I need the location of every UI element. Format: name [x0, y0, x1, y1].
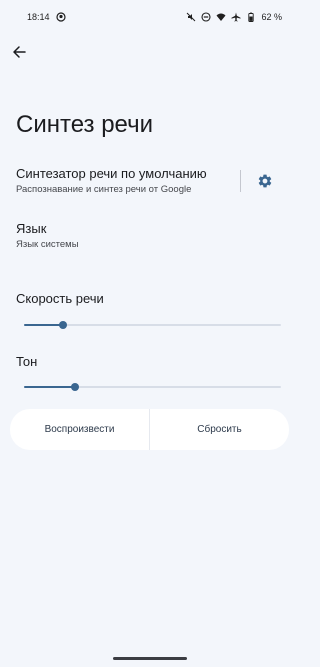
airplane-icon: [231, 12, 241, 22]
default-engine-item[interactable]: Синтезатор речи по умолчанию Распознаван…: [16, 166, 232, 196]
home-indicator[interactable]: [113, 657, 187, 660]
speech-rate-label: Скорость речи: [16, 291, 104, 306]
language-subtitle: Язык системы: [16, 239, 79, 250]
pitch-slider[interactable]: [24, 381, 281, 393]
chat-bubble-icon: [55, 12, 66, 22]
gear-icon: [257, 173, 273, 189]
action-button-group: Воспроизвести Сбросить: [10, 409, 289, 450]
reset-button[interactable]: Сбросить: [150, 409, 289, 450]
status-bar: 18:14 62 %: [0, 0, 300, 34]
status-left: 18:14: [27, 12, 66, 22]
status-time: 18:14: [27, 12, 50, 22]
speech-rate-fill: [24, 324, 63, 326]
play-button[interactable]: Воспроизвести: [10, 409, 149, 450]
pitch-thumb[interactable]: [71, 383, 80, 391]
wifi-icon: [216, 12, 226, 22]
back-button[interactable]: [9, 42, 29, 62]
pitch-fill: [24, 386, 76, 388]
default-engine-title: Синтезатор речи по умолчанию: [16, 166, 207, 181]
battery-percent: 62 %: [261, 12, 282, 22]
arrow-back-icon: [12, 45, 26, 59]
speech-rate-slider[interactable]: [24, 319, 281, 331]
speech-rate-thumb[interactable]: [58, 321, 67, 329]
language-title: Язык: [16, 221, 47, 236]
engine-settings-button[interactable]: [255, 171, 275, 191]
mute-icon: [186, 12, 196, 22]
status-right: 62 %: [186, 12, 282, 22]
language-item[interactable]: Язык Язык системы: [16, 221, 216, 251]
do-not-disturb-icon: [201, 12, 212, 22]
engine-divider: [240, 170, 241, 192]
page-title: Синтез речи: [16, 111, 154, 138]
battery-icon: [246, 12, 256, 22]
pitch-label: Тон: [16, 354, 38, 369]
default-engine-subtitle: Распознавание и синтез речи от Google: [16, 184, 192, 195]
